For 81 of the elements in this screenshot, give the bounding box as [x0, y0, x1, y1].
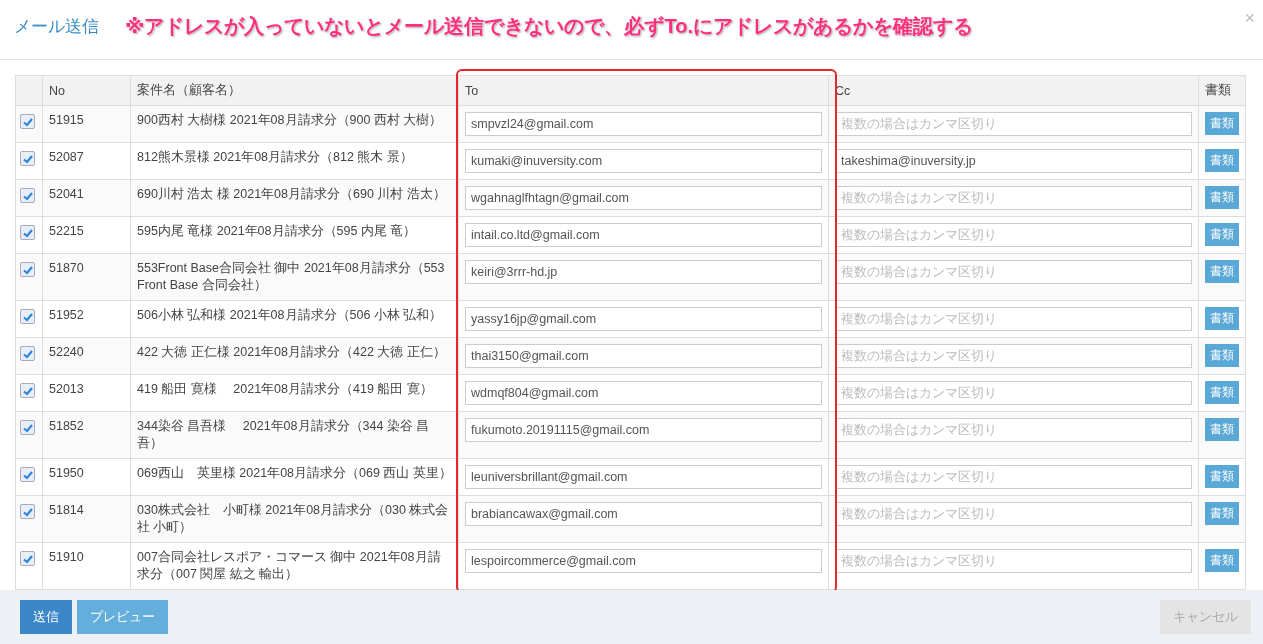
checkbox[interactable]: [20, 262, 35, 277]
table-cell: 069西山 英里様 2021年08月請求分（069 西山 英里）: [137, 465, 452, 482]
table-cell-text: 030株式会社 小町様 2021年08月請求分（030 株式会社 小町）: [137, 502, 450, 536]
checkbox[interactable]: [20, 151, 35, 166]
to-field[interactable]: wdmqf804@gmail.com: [465, 381, 822, 405]
column-header: To: [458, 75, 829, 106]
table-cell: 900西村 大樹様 2021年08月請求分（900 西村 大樹）: [137, 112, 443, 129]
checkbox[interactable]: [20, 504, 35, 519]
checkbox[interactable]: [20, 188, 35, 203]
cc-field[interactable]: 複数の場合はカンマ区切り: [835, 223, 1192, 247]
table-cell: 51915: [49, 112, 84, 129]
table-cell: 595内尾 竜様 2021年08月請求分（595 内尾 竜）: [137, 223, 417, 240]
table-cell: 51952: [49, 307, 84, 324]
to-field[interactable]: smpvzl24@gmail.com: [465, 112, 822, 136]
to-field[interactable]: lespoircommerce@gmail.com: [465, 549, 822, 573]
cc-field[interactable]: 複数の場合はカンマ区切り: [835, 549, 1192, 573]
to-field[interactable]: wgahnaglfhtagn@gmail.com: [465, 186, 822, 210]
table-cell: 52215: [49, 223, 84, 240]
table-cell: 419 船田 寛様 2021年08月請求分（419 船田 寛）: [137, 381, 433, 398]
cc-field[interactable]: 複数の場合はカンマ区切り: [835, 186, 1192, 210]
column-header: No: [42, 75, 131, 106]
document-button[interactable]: 書類: [1205, 112, 1239, 135]
to-field[interactable]: brabiancawax@gmail.com: [465, 502, 822, 526]
table-cell: 812熊木景様 2021年08月請求分（812 熊木 景）: [137, 149, 413, 166]
checkbox[interactable]: [20, 383, 35, 398]
footer-button[interactable]: プレビュー: [77, 600, 168, 634]
table-cell-text: 007合同会社レスポア・コマース 御中 2021年08月請求分（007 関屋 紘之 輸出）: [137, 549, 442, 583]
table-cell-text: 344染谷 昌吾様 2021年08月請求分（344 染谷 昌吾）: [137, 418, 431, 452]
footer-button[interactable]: 送信: [20, 600, 72, 634]
document-button[interactable]: 書類: [1205, 260, 1239, 283]
document-button[interactable]: 書類: [1205, 549, 1239, 572]
table-cell-text: 553Front Base合同会社 御中 2021年08月請求分（553 Front Base 合同会社）: [137, 260, 446, 294]
column-header: 案件名（顧客名）: [130, 75, 459, 106]
cc-field[interactable]: 複数の場合はカンマ区切り: [835, 112, 1192, 136]
to-field[interactable]: keiri@3rrr-hd.jp: [465, 260, 822, 284]
table-cell: 52013: [49, 381, 84, 398]
table-cell: 52240: [49, 344, 84, 361]
to-field[interactable]: thai3150@gmail.com: [465, 344, 822, 368]
table-cell: 52041: [49, 186, 84, 203]
table-cell: 52087: [49, 149, 84, 166]
table-cell: 422 大徳 正仁様 2021年08月請求分（422 大徳 正仁）: [137, 344, 446, 361]
table-cell: 51950: [49, 465, 84, 482]
table-cell: 51852: [49, 418, 84, 435]
table-cell: 51910: [49, 549, 84, 566]
column-header: 書類: [1198, 75, 1246, 106]
table-cell: 51814: [49, 502, 84, 519]
document-button[interactable]: 書類: [1205, 186, 1239, 209]
checkbox[interactable]: [20, 420, 35, 435]
cc-field[interactable]: 複数の場合はカンマ区切り: [835, 465, 1192, 489]
cc-field[interactable]: 複数の場合はカンマ区切り: [835, 502, 1192, 526]
checkbox[interactable]: [20, 467, 35, 482]
document-button[interactable]: 書類: [1205, 223, 1239, 246]
document-button[interactable]: 書類: [1205, 465, 1239, 488]
document-button[interactable]: 書類: [1205, 418, 1239, 441]
cc-field[interactable]: takeshima@inuversity.jp: [835, 149, 1192, 173]
table-cell: 690川村 浩太 様 2021年08月請求分（690 川村 浩太）: [137, 186, 446, 203]
document-button[interactable]: 書類: [1205, 381, 1239, 404]
to-field[interactable]: leuniversbrillant@gmail.com: [465, 465, 822, 489]
checkbox[interactable]: [20, 114, 35, 129]
cc-field[interactable]: 複数の場合はカンマ区切り: [835, 344, 1192, 368]
checkbox[interactable]: [20, 309, 35, 324]
cc-field[interactable]: 複数の場合はカンマ区切り: [835, 418, 1192, 442]
checkbox[interactable]: [20, 225, 35, 240]
close-button[interactable]: ×: [1244, 8, 1255, 29]
to-field[interactable]: fukumoto.20191115@gmail.com: [465, 418, 822, 442]
cc-field[interactable]: 複数の場合はカンマ区切り: [835, 260, 1192, 284]
table-cell: 51870: [49, 260, 84, 277]
checkbox[interactable]: [20, 346, 35, 361]
to-field[interactable]: intail.co.ltd@gmail.com: [465, 223, 822, 247]
cc-field[interactable]: 複数の場合はカンマ区切り: [835, 381, 1192, 405]
to-field[interactable]: kumaki@inuversity.com: [465, 149, 822, 173]
document-button[interactable]: 書類: [1205, 344, 1239, 367]
dialog-title: メール送信: [14, 16, 99, 38]
document-button[interactable]: 書類: [1205, 502, 1239, 525]
document-button[interactable]: 書類: [1205, 307, 1239, 330]
checkbox[interactable]: [20, 551, 35, 566]
to-field[interactable]: yassy16jp@gmail.com: [465, 307, 822, 331]
document-button[interactable]: 書類: [1205, 149, 1239, 172]
cc-field[interactable]: 複数の場合はカンマ区切り: [835, 307, 1192, 331]
annotation-text: ※アドレスが入っていないとメール送信できないので、必ずTo.にアドレスがあるかを確認する: [125, 14, 973, 40]
table-cell: 506小林 弘和様 2021年08月請求分（506 小林 弘和）: [137, 307, 443, 324]
